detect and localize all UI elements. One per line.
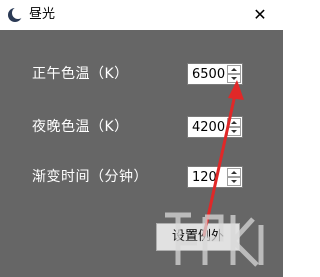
chevron-down-icon[interactable] — [227, 177, 241, 186]
transition-time-input[interactable] — [188, 167, 228, 187]
noon-temp-input[interactable] — [188, 64, 228, 84]
night-temp-input[interactable] — [188, 117, 228, 137]
close-icon: ✕ — [253, 5, 267, 24]
settings-panel: 正午色温（K） 夜晚色温（K） 渐变时间（分钟） 设置例外 — [0, 30, 283, 277]
chevron-up-icon[interactable] — [227, 65, 241, 74]
transition-time-spinner[interactable] — [187, 166, 243, 188]
night-temp-spinner[interactable] — [187, 116, 243, 138]
spin-buttons — [227, 168, 241, 186]
chevron-down-icon[interactable] — [227, 74, 241, 83]
noon-temp-spinner[interactable] — [187, 63, 243, 85]
transition-time-label: 渐变时间（分钟） — [32, 169, 148, 185]
title-bar: 昼光 ✕ — [0, 0, 283, 30]
spin-buttons — [227, 118, 241, 136]
chevron-up-icon[interactable] — [227, 168, 241, 177]
night-temp-label: 夜晚色温（K） — [32, 119, 129, 135]
noon-temp-label: 正午色温（K） — [32, 66, 129, 82]
spin-buttons — [227, 65, 241, 83]
set-exceptions-button[interactable]: 设置例外 — [156, 223, 240, 251]
chevron-down-icon[interactable] — [227, 127, 241, 136]
moon-icon — [8, 7, 24, 22]
close-button[interactable]: ✕ — [237, 0, 283, 30]
window-title: 昼光 — [29, 7, 56, 22]
app-window: 昼光 ✕ 正午色温（K） 夜晚色温（K） 渐变时间（分钟） — [0, 0, 283, 277]
chevron-up-icon[interactable] — [227, 118, 241, 127]
